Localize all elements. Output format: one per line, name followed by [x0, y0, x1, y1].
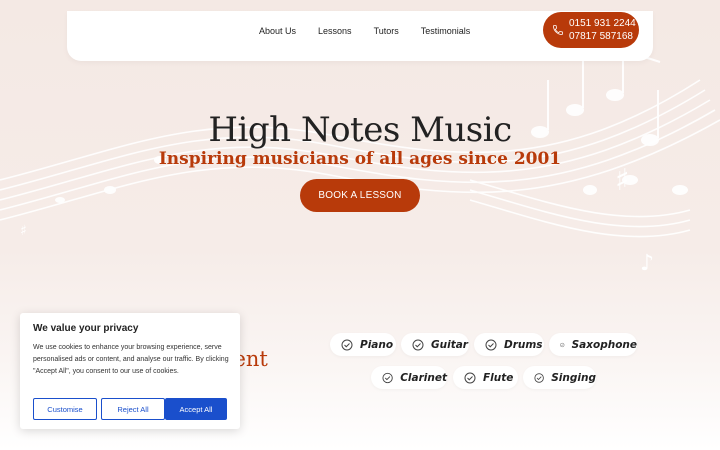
nav-link-tutors[interactable]: Tutors: [374, 26, 399, 36]
hero-title: High Notes Music: [208, 110, 512, 150]
nav-link-about-us[interactable]: About Us: [259, 26, 296, 36]
customise-button[interactable]: Customise: [33, 398, 97, 420]
top-navigation: About Us Lessons Tutors Testimonials 015…: [67, 11, 653, 61]
cookie-body: We use cookies to enhance your browsing …: [33, 344, 229, 375]
hero-subtitle: Inspiring musicians of all ages since 20…: [158, 149, 562, 169]
check-circle-icon: [412, 339, 424, 350]
instrument-label: Piano: [360, 338, 394, 351]
cookie-consent-banner: We value your privacy We use cookies to …: [20, 313, 240, 429]
instrument-label: Guitar: [431, 338, 468, 351]
svg-text:♯: ♯: [20, 223, 27, 239]
svg-text:♪: ♪: [640, 251, 654, 276]
reject-all-button[interactable]: Reject All: [101, 398, 165, 420]
nav-link-testimonials[interactable]: Testimonials: [421, 26, 471, 36]
instrument-label: Saxophone: [571, 338, 637, 351]
instrument-pill-singing[interactable]: Singing: [523, 366, 596, 389]
instrument-label: Clarinet: [400, 371, 447, 384]
nav-link-lessons[interactable]: Lessons: [318, 26, 352, 36]
phone-button[interactable]: 0151 931 2244 07817 587168: [543, 12, 639, 48]
instrument-label: Flute: [483, 371, 514, 384]
accept-all-button[interactable]: Accept All: [165, 398, 227, 420]
instrument-pill-piano[interactable]: Piano: [330, 333, 396, 356]
check-circle-icon: [464, 372, 476, 383]
instrument-pill-drums[interactable]: Drums: [474, 333, 544, 356]
check-circle-icon: [534, 372, 544, 383]
phone-number-primary[interactable]: 0151 931 2244: [569, 17, 636, 30]
instrument-pill-saxophone[interactable]: Saxophone: [549, 333, 637, 356]
instrument-pill-flute[interactable]: Flute: [453, 366, 518, 389]
music-staff-decoration: ♯ ♪ ♯: [0, 49, 720, 276]
check-circle-icon: [560, 342, 565, 347]
check-circle-icon: [341, 339, 353, 350]
phone-icon: [553, 25, 563, 35]
instrument-label: Drums: [504, 338, 543, 351]
nav-links: About Us Lessons Tutors Testimonials: [259, 26, 492, 36]
phone-number-secondary[interactable]: 07817 587168: [569, 30, 636, 43]
check-circle-icon: [382, 372, 393, 383]
instrument-pill-guitar[interactable]: Guitar: [401, 333, 469, 356]
instrument-label: Singing: [551, 371, 596, 384]
instrument-pill-clarinet[interactable]: Clarinet: [371, 366, 447, 389]
check-circle-icon: [485, 339, 497, 350]
cookie-title: We value your privacy: [33, 323, 139, 334]
book-lesson-button[interactable]: BOOK A LESSON: [300, 179, 420, 212]
